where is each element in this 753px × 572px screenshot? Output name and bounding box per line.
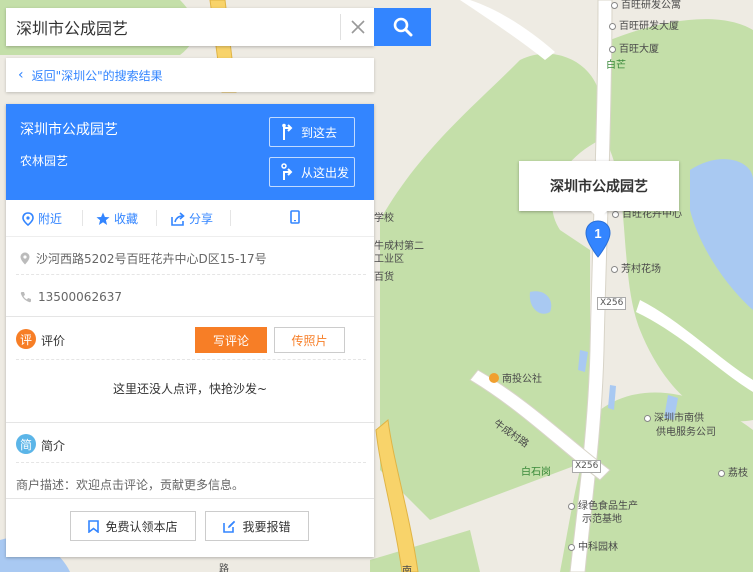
location-pin-icon: 1 — [585, 220, 611, 258]
map-label: 百旺大厦 — [609, 40, 659, 55]
poi-header: 深圳市公成园艺 农林园艺 到这去 从这出发 — [6, 104, 374, 200]
map-label: 百旺研发公寓 — [611, 0, 681, 11]
share-label: 分享 — [189, 212, 214, 226]
chevron-left-icon: ‹ — [18, 67, 24, 83]
nearby-label: 附近 — [38, 212, 63, 226]
marker-number: 1 — [594, 226, 601, 241]
map-label: 白芒 — [606, 60, 626, 71]
nearby-button[interactable]: 附近 — [22, 210, 62, 227]
back-link-label: 返回"深圳公"的搜索结果 — [31, 68, 163, 83]
phone-text: 13500062637 — [38, 290, 122, 304]
map-label: 学校 — [374, 213, 394, 224]
phone-send-button[interactable] — [290, 210, 304, 224]
report-label: 我要报错 — [242, 519, 291, 534]
map-marker[interactable]: 1 — [585, 220, 611, 260]
favorite-label: 收藏 — [114, 212, 139, 226]
intro-section-title: 简介 — [41, 439, 66, 453]
map-label: 中科园林 — [568, 538, 618, 553]
map-label: 工业区 — [374, 254, 404, 265]
divider — [156, 210, 157, 226]
phone-row: 13500062637 — [20, 290, 122, 304]
report-error-button[interactable]: 我要报错 — [205, 511, 309, 541]
search-icon — [393, 17, 412, 37]
poi-dot-icon — [568, 544, 575, 551]
divider — [230, 210, 231, 226]
route-from-here-button[interactable]: 从这出发 — [269, 157, 355, 187]
divider — [16, 462, 366, 463]
route-to-icon — [282, 123, 293, 140]
poi-dot-icon — [609, 46, 616, 53]
map-label: 供电服务公司 — [656, 427, 716, 438]
share-icon — [171, 211, 185, 226]
back-to-results-link[interactable]: ‹ 返回"深圳公"的搜索结果 — [6, 58, 374, 92]
star-icon — [96, 212, 110, 225]
divider — [6, 498, 374, 499]
map-label: 白石岗 — [521, 467, 551, 478]
divider — [82, 210, 83, 226]
empty-review-text: 这里还没人点评，快抢沙发~ — [112, 382, 268, 396]
divider — [6, 316, 374, 317]
map-label: 南投公社 — [489, 370, 542, 385]
poi-detail-panel: 深圳市公成园艺 农林园艺 到这去 从这出发 附近 收藏 分享 沙河西路5202号… — [6, 104, 374, 557]
search-box — [6, 8, 374, 46]
poi-dot-icon — [612, 211, 619, 218]
divider — [16, 274, 366, 275]
poi-dot-icon — [609, 23, 616, 30]
location-pin-icon — [20, 252, 30, 265]
close-icon — [351, 20, 365, 34]
divider — [6, 422, 374, 423]
poi-dot-icon — [611, 266, 618, 273]
location-pin-icon — [22, 211, 34, 226]
review-badge-icon: 评 — [16, 329, 36, 349]
edit-icon — [223, 520, 236, 533]
address-row: 沙河西路5202号百旺花卉中心D区15-17号 — [20, 250, 267, 267]
intro-badge-icon: 简 — [16, 434, 36, 454]
poi-actions: 附近 收藏 分享 — [6, 200, 374, 237]
map-label: 南 — [402, 566, 412, 572]
search-button[interactable] — [374, 8, 431, 46]
route-to-here-button[interactable]: 到这去 — [269, 117, 355, 147]
road-tag: X256 — [597, 297, 627, 310]
poi-dot-icon — [568, 503, 575, 510]
route-from-label: 从这出发 — [301, 165, 350, 180]
divider — [16, 359, 366, 360]
phone-icon — [20, 292, 31, 303]
favorite-button[interactable]: 收藏 — [96, 210, 138, 227]
clear-search-button[interactable] — [340, 14, 375, 40]
route-to-label: 到这去 — [301, 125, 338, 140]
write-review-button[interactable]: 写评论 — [195, 327, 267, 353]
poi-dot-icon — [644, 415, 651, 422]
route-from-icon — [281, 163, 293, 180]
poi-title: 深圳市公成园艺 — [20, 122, 118, 138]
map-callout[interactable]: 深圳市公成园艺 — [519, 161, 679, 219]
address-text: 沙河西路5202号百旺花卉中心D区15-17号 — [36, 252, 267, 266]
restaurant-icon — [489, 373, 499, 383]
poi-dot-icon — [611, 2, 618, 9]
review-section-title: 评价 — [41, 334, 66, 348]
road-tag: X256 — [572, 460, 602, 473]
map-label: 芳村花场 — [611, 260, 661, 275]
bookmark-icon — [88, 519, 100, 533]
share-button[interactable]: 分享 — [171, 210, 213, 227]
map-label: 百货 — [374, 272, 394, 283]
merchant-description: 商户描述：欢迎点击评论，贡献更多信息。 — [16, 478, 245, 492]
claim-label: 免费认领本店 — [105, 519, 178, 534]
map-label: 荔枝 — [718, 464, 748, 479]
map-label: 百旺研发大厦 — [609, 17, 679, 32]
map-label: 深圳市南供 — [644, 409, 704, 424]
claim-store-button[interactable]: 免费认领本店 — [70, 511, 196, 541]
upload-photo-button[interactable]: 传照片 — [274, 327, 345, 353]
poi-dot-icon — [718, 470, 725, 477]
map-label: 示范基地 — [582, 514, 622, 525]
poi-category: 农林园艺 — [20, 154, 69, 168]
mobile-phone-icon — [290, 210, 300, 224]
map-label: 路 — [219, 564, 229, 572]
search-input[interactable] — [6, 8, 326, 46]
